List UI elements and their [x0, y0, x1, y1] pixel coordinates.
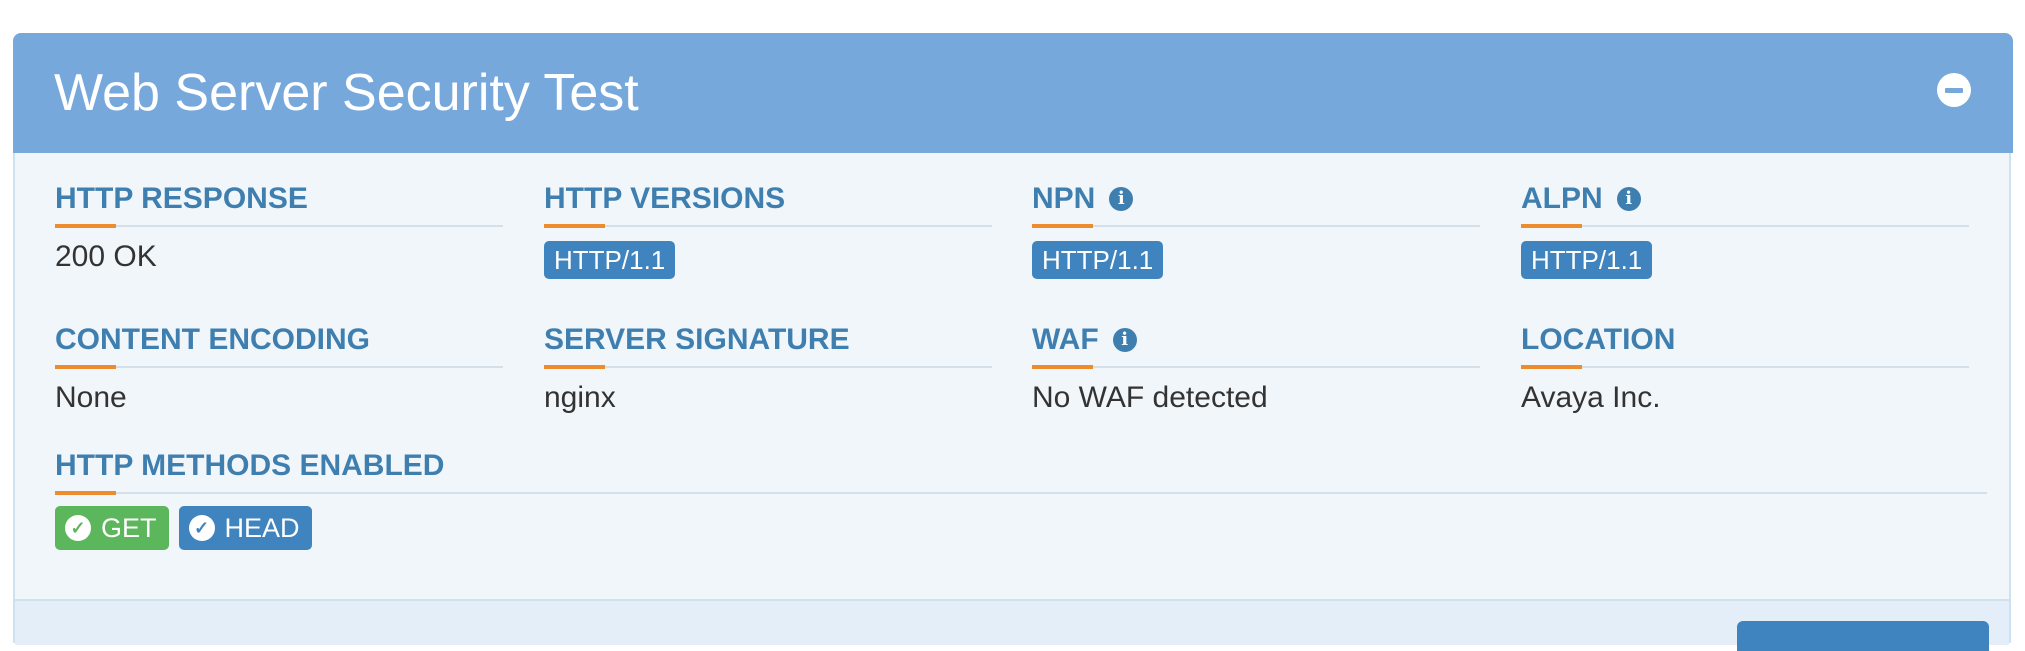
check-circle-icon: ✓ — [65, 515, 91, 541]
method-badge-head: ✓ HEAD — [178, 506, 312, 550]
field-label: HTTP RESPONSE — [55, 182, 308, 215]
label-accent — [1032, 224, 1093, 228]
field-label: WAF — [1032, 323, 1099, 356]
field-value: No WAF detected — [1032, 381, 1268, 414]
method-badge-get: ✓ GET — [55, 506, 169, 550]
field-npn: NPN i HTTP/1.1 — [1032, 179, 1480, 279]
label-accent — [55, 365, 116, 369]
field-http-response: HTTP RESPONSE 200 OK — [55, 179, 503, 275]
check-circle-icon: ✓ — [188, 515, 215, 541]
npn-badge: HTTP/1.1 — [1032, 241, 1164, 279]
field-label: ALPN — [1521, 182, 1603, 215]
field-label: NPN — [1032, 182, 1096, 215]
field-value: Avaya Inc. — [1521, 381, 1661, 414]
field-label: HTTP METHODS ENABLED — [55, 449, 445, 482]
label-accent — [1521, 365, 1582, 369]
field-value: None — [55, 381, 127, 414]
field-http-versions: HTTP VERSIONS HTTP/1.1 — [544, 179, 992, 279]
field-label: CONTENT ENCODING — [55, 323, 370, 356]
field-location: LOCATION Avaya Inc. — [1521, 320, 1969, 416]
field-server-signature: SERVER SIGNATURE nginx — [544, 320, 992, 416]
field-label: HTTP VERSIONS — [544, 182, 786, 215]
alpn-badge: HTTP/1.1 — [1521, 241, 1653, 279]
field-value: 200 OK — [55, 240, 157, 273]
info-icon[interactable]: i — [1616, 187, 1641, 211]
field-label: SERVER SIGNATURE — [544, 323, 850, 356]
field-content-encoding: CONTENT ENCODING None — [55, 320, 503, 416]
field-value: nginx — [544, 381, 616, 414]
field-alpn: ALPN i HTTP/1.1 — [1521, 179, 1969, 279]
method-label: GET — [101, 512, 157, 543]
info-icon[interactable]: i — [1112, 328, 1137, 352]
method-badges: ✓ GET ✓ HEAD — [55, 506, 1987, 550]
collapse-icon[interactable] — [1937, 73, 1971, 107]
method-label: HEAD — [224, 512, 300, 543]
footer-button[interactable] — [1737, 621, 1989, 651]
label-accent — [55, 224, 116, 228]
panel-header: Web Server Security Test — [13, 33, 2013, 153]
label-accent — [1032, 365, 1093, 369]
web-server-security-panel: Web Server Security Test HTTP RESPONSE 2… — [13, 33, 2013, 651]
label-accent — [55, 491, 116, 495]
label-accent — [544, 224, 605, 228]
label-accent — [544, 365, 605, 369]
field-label: LOCATION — [1521, 323, 1676, 356]
field-waf: WAF i No WAF detected — [1032, 320, 1480, 416]
info-icon[interactable]: i — [1109, 187, 1134, 211]
label-accent — [1521, 224, 1582, 228]
http-version-badge: HTTP/1.1 — [544, 241, 676, 279]
field-http-methods: HTTP METHODS ENABLED ✓ GET ✓ HEAD — [55, 446, 1987, 550]
panel-footer — [15, 599, 2009, 651]
panel-title: Web Server Security Test — [54, 64, 639, 122]
